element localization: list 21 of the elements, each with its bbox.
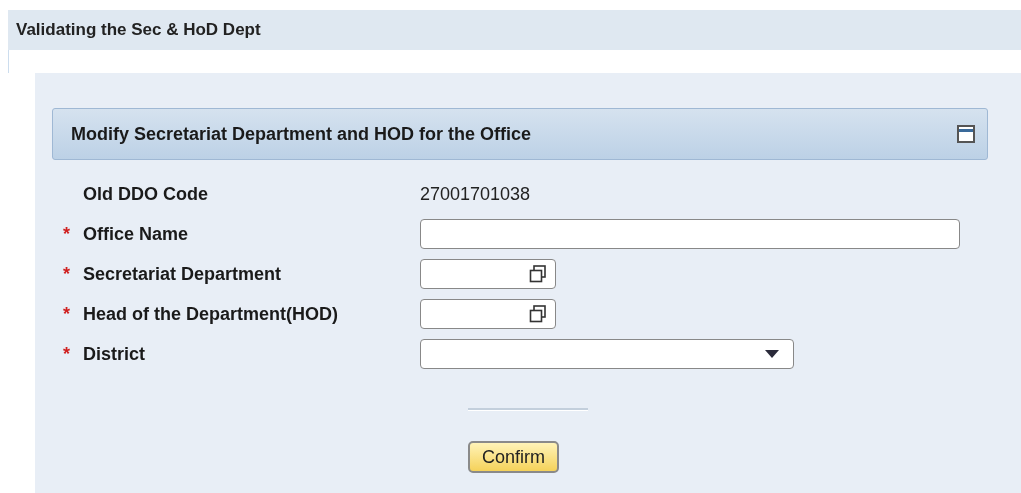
- field-label: District: [83, 343, 145, 365]
- field-label: Old DDO Code: [83, 183, 208, 205]
- dropdown-field[interactable]: [420, 339, 794, 369]
- page-title: Validating the Sec & HoD Dept: [8, 10, 1021, 50]
- dropdown-arrow-icon[interactable]: [765, 350, 779, 358]
- lookup-icon[interactable]: [529, 265, 547, 283]
- field-label: Office Name: [83, 223, 189, 245]
- required-mark: *: [63, 263, 71, 285]
- input-field[interactable]: [420, 219, 960, 249]
- required-mark: *: [63, 303, 71, 325]
- field-label: Head of the Department(HOD): [83, 303, 338, 325]
- field-value: 27001701038: [420, 183, 531, 205]
- panel-title: Modify Secretariat Department and HOD for the Office: [71, 123, 532, 145]
- required-mark: *: [63, 343, 71, 365]
- lookup-field[interactable]: [420, 259, 556, 289]
- required-mark: *: [63, 223, 71, 245]
- confirm-button[interactable]: Confirm: [468, 441, 559, 473]
- field-label: Secretariat Department: [83, 263, 282, 285]
- lookup-icon[interactable]: [529, 305, 547, 323]
- lookup-field[interactable]: [420, 299, 556, 329]
- collapse-button[interactable]: [957, 125, 975, 143]
